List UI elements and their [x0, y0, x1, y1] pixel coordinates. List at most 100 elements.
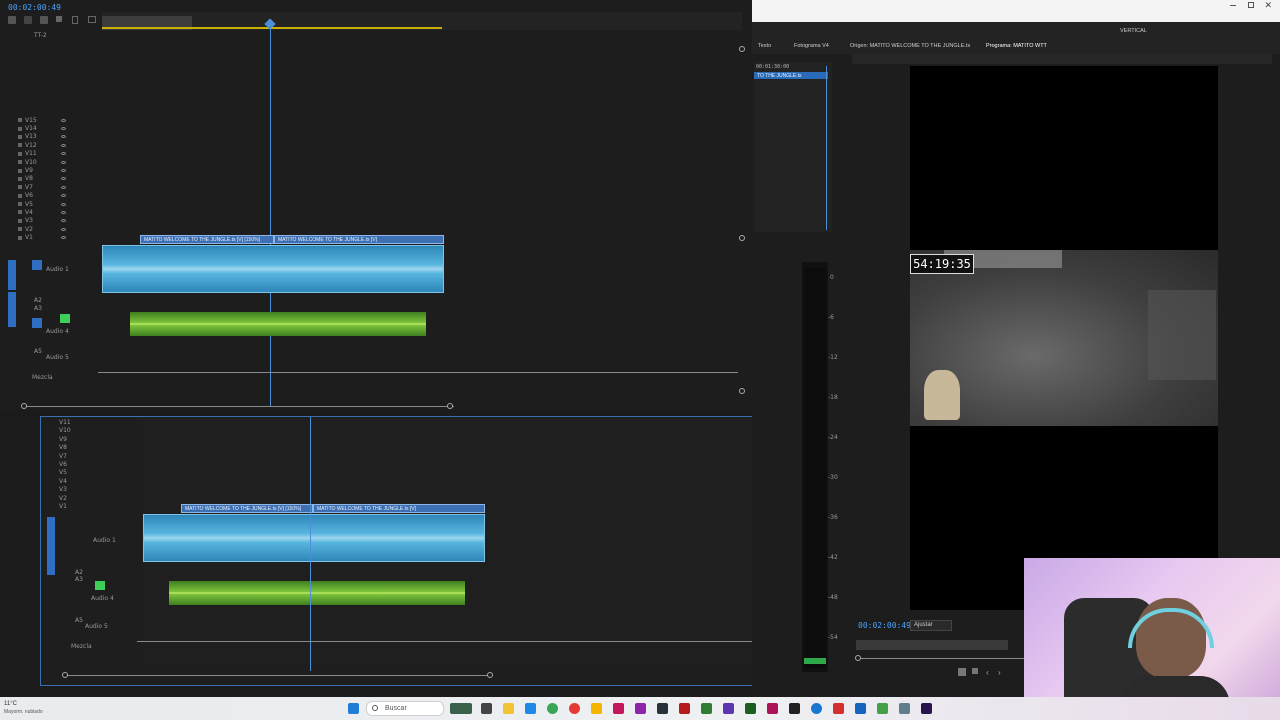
eye-icon[interactable]: [61, 143, 66, 147]
linked-selection-icon[interactable]: [24, 16, 32, 24]
track-header-v9[interactable]: V9: [18, 166, 66, 174]
track-target-a1[interactable]: [32, 260, 42, 270]
weather-temp[interactable]: 11°C: [4, 701, 17, 707]
track-target-a4[interactable]: [32, 318, 42, 328]
scroll-handle-bottom[interactable]: [739, 388, 745, 394]
eye-icon[interactable]: [61, 219, 66, 223]
eye-icon[interactable]: [61, 177, 66, 181]
lock-icon[interactable]: [18, 202, 22, 207]
lock-icon[interactable]: [18, 176, 22, 181]
horizontal-zoom-bar-b[interactable]: [65, 675, 491, 676]
track-header-v1[interactable]: V1: [18, 233, 66, 241]
track-header-v5-b[interactable]: V5: [59, 469, 107, 477]
tab-source[interactable]: Origen: MATITO WELCOME TO THE JUNGLE.ts: [850, 43, 970, 49]
track-header-v13[interactable]: V13: [18, 133, 66, 141]
audio-clip-a1[interactable]: [102, 245, 444, 293]
close-icon[interactable]: ✕: [1264, 0, 1272, 11]
maximize-icon[interactable]: [1248, 2, 1254, 8]
app-icon-blue[interactable]: [811, 703, 822, 714]
video-clip-2[interactable]: MATITO WELCOME TO THE JUNGLE.ts [V]: [274, 235, 444, 244]
steam-icon[interactable]: [657, 703, 668, 714]
mini-clip[interactable]: TO THE JUNGLE.ts: [754, 72, 828, 79]
track-header-v6-b[interactable]: V6: [59, 461, 107, 469]
track-header-v1-b[interactable]: V1: [59, 503, 107, 511]
horizontal-zoom-bar[interactable]: [24, 406, 454, 407]
eye-icon[interactable]: [61, 210, 66, 214]
app-icon-red2[interactable]: [833, 703, 844, 714]
program-scrub-bar[interactable]: [856, 640, 1008, 650]
windows-start-icon[interactable]: [348, 703, 359, 714]
scroll-handle-mid[interactable]: [739, 235, 745, 241]
track-header-v7[interactable]: V7: [18, 183, 66, 191]
eye-icon[interactable]: [61, 227, 66, 231]
capcut-icon[interactable]: [789, 703, 800, 714]
app-icon-active[interactable]: [855, 703, 866, 714]
timeline-timecode[interactable]: 00:02:00:49: [8, 3, 61, 12]
track-header-v11[interactable]: V11: [18, 150, 66, 158]
lock-icon[interactable]: [18, 134, 22, 139]
snap-icon[interactable]: [8, 16, 16, 24]
eye-icon[interactable]: [61, 152, 66, 156]
marker-icon[interactable]: [972, 668, 978, 674]
settings-icon[interactable]: [899, 703, 910, 714]
video-clip-1[interactable]: MATITO WELCOME TO THE JUNGLE.ts [V] [150…: [140, 235, 274, 244]
source-patch-a2[interactable]: [8, 292, 16, 327]
eye-icon[interactable]: [61, 118, 66, 122]
xbox-icon[interactable]: [877, 703, 888, 714]
source-patch-bottom[interactable]: [47, 517, 55, 575]
premiere-icon[interactable]: [921, 703, 932, 714]
eye-icon[interactable]: [61, 169, 66, 173]
app-icon-green[interactable]: [701, 703, 712, 714]
app-icon-violet[interactable]: [723, 703, 734, 714]
zoom-handle-left-b[interactable]: [62, 672, 68, 678]
lock-icon[interactable]: [18, 118, 22, 123]
file-explorer-icon[interactable]: [503, 703, 514, 714]
minimize-icon[interactable]: [1230, 5, 1236, 6]
eye-icon[interactable]: [61, 185, 66, 189]
audio-clip-a4-music-b[interactable]: [169, 581, 465, 605]
workspace-label[interactable]: VERTICAL: [1120, 28, 1147, 34]
fit-dropdown[interactable]: Ajustar: [910, 620, 952, 631]
lock-icon[interactable]: [18, 126, 22, 131]
terminal-icon[interactable]: [745, 703, 756, 714]
tab-texto[interactable]: Texto: [758, 43, 771, 49]
brave-icon[interactable]: [613, 703, 624, 714]
track-header-v11-b[interactable]: V11: [59, 419, 107, 427]
eye-icon[interactable]: [61, 127, 66, 131]
program-zoom-handle[interactable]: [855, 655, 861, 661]
taskview-icon[interactable]: [481, 703, 492, 714]
eye-icon[interactable]: [61, 236, 66, 240]
time-ruler[interactable]: [102, 12, 742, 30]
eye-icon[interactable]: [61, 194, 66, 198]
lock-icon[interactable]: [18, 193, 22, 198]
track-header-v4[interactable]: V4: [18, 208, 66, 216]
eye-icon[interactable]: [61, 135, 66, 139]
lock-icon[interactable]: [18, 218, 22, 223]
lock-icon[interactable]: [18, 168, 22, 173]
track-header-v7-b[interactable]: V7: [59, 453, 107, 461]
folder-icon[interactable]: [591, 703, 602, 714]
program-timecode[interactable]: 00:02:00:49: [858, 621, 911, 630]
edge-icon[interactable]: [525, 703, 536, 714]
lock-icon[interactable]: [18, 210, 22, 215]
chrome-icon[interactable]: [547, 703, 558, 714]
track-header-v9-b[interactable]: V9: [59, 436, 107, 444]
eye-icon[interactable]: [61, 202, 66, 206]
mute-a4-button[interactable]: [60, 314, 70, 323]
taskbar-search[interactable]: Buscar: [366, 701, 444, 716]
audio-clip-a4-music[interactable]: [130, 312, 426, 336]
source-patch-a1[interactable]: [8, 260, 16, 290]
audio-clip-a1-b[interactable]: [143, 514, 485, 562]
step-forward-icon[interactable]: ›: [998, 668, 1001, 677]
add-marker-icon[interactable]: [56, 16, 62, 22]
track-header-v15[interactable]: V15: [18, 116, 66, 124]
track-header-v8[interactable]: V8: [18, 175, 66, 183]
track-header-v6[interactable]: V6: [18, 192, 66, 200]
camera-icon[interactable]: [958, 668, 966, 676]
zoom-handle-left[interactable]: [21, 403, 27, 409]
marker-icon[interactable]: [40, 16, 48, 24]
widget-icon[interactable]: [450, 703, 472, 714]
zoom-handle-right[interactable]: [447, 403, 453, 409]
track-header-v8-b[interactable]: V8: [59, 444, 107, 452]
lock-icon[interactable]: [18, 185, 22, 190]
